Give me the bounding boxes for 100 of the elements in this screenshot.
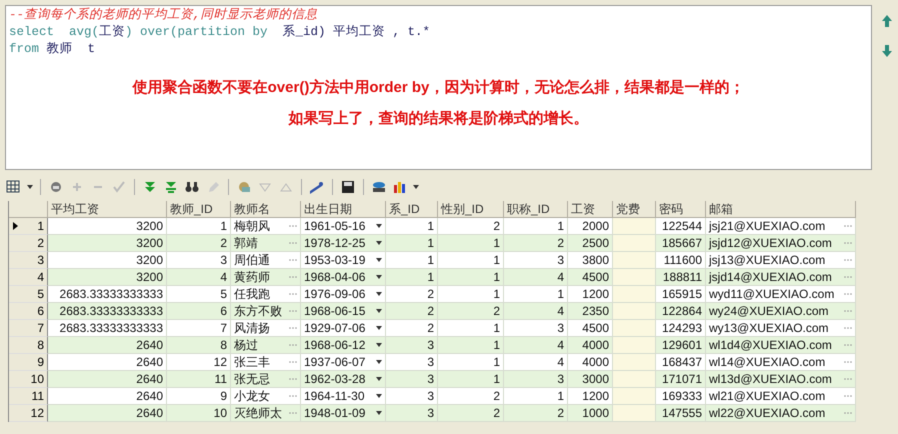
table-row[interactable]: 9 2640 12 张三丰 1937-06-07 3 1 4 4000 168437 wl14@XUEXIAO.com <box>9 354 856 371</box>
ellipsis-icon[interactable] <box>844 258 852 262</box>
row-number: 6 <box>21 303 48 320</box>
cell-text: 1962-03-28 <box>304 370 366 388</box>
ellipsis-icon[interactable] <box>289 275 297 279</box>
table-row[interactable]: 3 3200 3 周伯通 1953-03-19 1 1 3 3800 111600 jsj13@XUEXIAO.com <box>9 252 856 269</box>
ellipsis-icon[interactable] <box>844 377 852 381</box>
column-header[interactable]: 性别_ID <box>438 201 504 218</box>
ellipsis-icon[interactable] <box>844 411 852 415</box>
ellipsis-icon[interactable] <box>289 411 297 415</box>
cell-text: wl13d@XUEXIAO.com <box>709 370 832 388</box>
row-number: 9 <box>21 354 48 371</box>
arrow-up-icon[interactable] <box>881 13 893 29</box>
cell-text: 任我跑 <box>234 286 270 302</box>
dropdown-icon[interactable] <box>376 292 382 296</box>
row-number: 12 <box>21 405 48 422</box>
table-row[interactable]: 5 2683.33333333333 5 任我跑 1976-09-06 2 1 1 1200 165915 wyd11@XUEXIAO.com <box>9 286 856 303</box>
dropdown-icon[interactable] <box>376 326 382 330</box>
ellipsis-icon[interactable] <box>844 292 852 296</box>
ellipsis-icon[interactable] <box>844 360 852 364</box>
table-row[interactable]: 1 3200 1 梅朝风 1961-05-16 1 2 1 2000 122544 jsj21@XUEXIAO.com <box>9 218 856 235</box>
save-icon[interactable] <box>340 179 356 195</box>
arrow-down-icon[interactable] <box>881 43 893 59</box>
dropdown-icon[interactable] <box>376 343 382 347</box>
ellipsis-icon[interactable] <box>844 394 852 398</box>
ellipsis-icon[interactable] <box>289 394 297 398</box>
ellipsis-icon[interactable] <box>289 326 297 330</box>
cell-text: 1976-09-06 <box>304 286 366 302</box>
table-cell: 147555 <box>656 405 706 422</box>
column-header[interactable]: 党费 <box>613 201 656 218</box>
table-row[interactable]: 10 2640 11 张无忌 1962-03-28 3 1 3 3000 171071 wl13d@XUEXIAO.com <box>9 371 856 388</box>
code-line: from 教师 t <box>9 41 96 58</box>
cell-text: 小龙女 <box>234 388 270 404</box>
check-icon[interactable] <box>111 179 127 195</box>
table-row[interactable]: 8 2640 8 杨过 1968-06-12 3 1 4 4000 129601 wl1d4@XUEXIAO.com <box>9 337 856 354</box>
row-number: 2 <box>21 235 48 252</box>
ellipsis-icon[interactable] <box>844 224 852 228</box>
table-cell <box>613 218 656 235</box>
dropdown-icon[interactable] <box>376 258 382 262</box>
table-row[interactable]: 7 2683.33333333333 7 风清扬 1929-07-06 2 1 3 4500 124293 wy13@XUEXIAO.com <box>9 320 856 337</box>
column-header[interactable]: 密码 <box>656 201 706 218</box>
ellipsis-icon[interactable] <box>289 224 297 228</box>
ellipsis-icon[interactable] <box>289 343 297 347</box>
ellipsis-icon[interactable] <box>289 360 297 364</box>
cell-text: jsj13@XUEXIAO.com <box>709 252 826 268</box>
binoculars-icon[interactable] <box>184 179 200 195</box>
dropdown-icon[interactable] <box>376 309 382 313</box>
ellipsis-icon[interactable] <box>289 309 297 313</box>
dropdown-icon[interactable] <box>376 411 382 415</box>
ellipsis-icon[interactable] <box>844 241 852 245</box>
table-cell <box>613 337 656 354</box>
dropdown-icon[interactable] <box>376 224 382 228</box>
column-header[interactable]: 教师_ID <box>167 201 231 218</box>
table-cell <box>613 371 656 388</box>
filter-down-icon[interactable] <box>163 179 179 195</box>
column-header[interactable]: 工资 <box>568 201 613 218</box>
table-cell: 2 <box>438 405 504 422</box>
table-cell <box>613 235 656 252</box>
dropdown-icon[interactable] <box>376 275 382 279</box>
ellipsis-icon[interactable] <box>844 343 852 347</box>
row-number: 11 <box>21 388 48 405</box>
cell-text: 郭靖 <box>234 234 258 252</box>
table-row[interactable]: 6 2683.33333333333 6 东方不败 1968-06-15 2 2 4 2350 122864 wy24@XUEXIAO.com <box>9 303 856 320</box>
cell-text: wy24@XUEXIAO.com <box>709 302 829 320</box>
row-indicator <box>9 320 21 337</box>
ellipsis-icon[interactable] <box>289 258 297 262</box>
column-header[interactable]: 邮箱 <box>706 201 856 218</box>
table-row[interactable]: 4 3200 4 黄药师 1968-04-06 1 1 4 4500 188811 jsjd14@XUEXIAO.com <box>9 269 856 286</box>
chart-icon[interactable] <box>392 179 408 195</box>
dropdown-icon[interactable] <box>413 185 419 189</box>
dropdown-icon[interactable] <box>376 360 382 364</box>
current-row-icon <box>12 222 18 230</box>
table-row[interactable]: 2 3200 2 郭靖 1978-12-25 1 1 2 2500 185667 jsjd12@XUEXIAO.com <box>9 235 856 252</box>
ellipsis-icon[interactable] <box>844 309 852 313</box>
table-row[interactable]: 11 2640 9 小龙女 1964-11-30 3 2 1 1200 169333 wl21@XUEXIAO.com <box>9 388 856 405</box>
column-header[interactable]: 职称_ID <box>504 201 568 218</box>
cell-text: 周伯通 <box>234 252 270 268</box>
column-header[interactable]: 系_ID <box>386 201 438 218</box>
column-header[interactable]: 教师名 <box>231 201 301 218</box>
table-row[interactable]: 12 2640 10 灭绝师太 1948-01-09 3 2 2 1000 147555 wl22@XUEXIAO.com <box>9 405 856 422</box>
ellipsis-icon[interactable] <box>844 275 852 279</box>
ellipsis-icon[interactable] <box>844 326 852 330</box>
column-header[interactable]: 出生日期 <box>301 201 386 218</box>
ellipsis-icon[interactable] <box>289 241 297 245</box>
cell-text: 1978-12-25 <box>304 234 366 252</box>
dropdown-icon[interactable] <box>27 185 33 189</box>
dropdown-icon[interactable] <box>376 377 382 381</box>
cell-text: wl21@XUEXIAO.com <box>709 388 826 404</box>
dropdown-icon[interactable] <box>376 241 382 245</box>
cell-text: 东方不败 <box>234 302 282 320</box>
cell-text: 1953-03-19 <box>304 252 366 268</box>
column-header[interactable]: 平均工资 <box>48 201 167 218</box>
row-indicator <box>9 388 21 405</box>
sql-editor[interactable]: --查询每个系的老师的平均工资,同时显示老师的信息 select avg(工资) over(partition by 系_id) 平均工资 , t.* from 教师 t 使用聚合函数不要在over()方法中用order by，因为计算时，无论怎么排，结果都是一样的； 如果写上了，查询的结果将是阶梯式的增长。 <box>5 5 872 170</box>
cell-text: 1968-06-15 <box>304 302 366 320</box>
ellipsis-icon[interactable] <box>289 292 297 296</box>
dropdown-icon[interactable] <box>376 394 382 398</box>
grid-icon[interactable] <box>6 179 22 195</box>
note-text: 如果写上了，查询的结果将是阶梯式的增长。 <box>288 109 588 128</box>
ellipsis-icon[interactable] <box>289 377 297 381</box>
